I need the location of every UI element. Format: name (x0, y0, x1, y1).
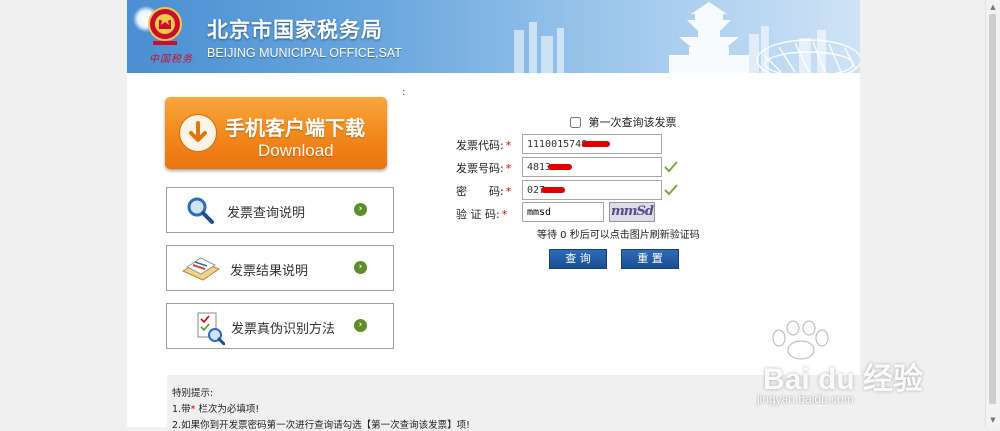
notice-line-1: 1.带* 栏次为必填项! (172, 401, 259, 415)
vertical-scrollbar[interactable]: ▲ ▼ (985, 0, 1000, 427)
checklist-icon (197, 312, 225, 345)
valid-check-icon (664, 161, 678, 173)
invoice-number-label: 发票号码: * (456, 160, 511, 176)
invoice-number-input[interactable] (522, 157, 662, 177)
invoice-authenticity-guide-label: 发票真伪识别方法 (231, 322, 336, 337)
beijing-skyline-icon (514, 2, 860, 73)
scrollbar-thumb[interactable] (989, 14, 996, 404)
required-mark: * (505, 185, 512, 198)
notice-title: 特别提示: (172, 388, 214, 399)
password-label: 密 码: * (456, 183, 511, 199)
first-query-checkbox[interactable] (570, 117, 581, 128)
notice-line-2: 2.如果你到开发票密码第一次进行查询请勾选【第一次查询该发票】项! (172, 420, 470, 431)
notice-line-1-prefix: 1.带 (172, 404, 191, 415)
password-label-text: 密 码: (456, 185, 504, 198)
office-title-zh: 北京市国家税务局 (207, 18, 383, 42)
redaction-mark (582, 141, 610, 147)
required-mark: * (505, 162, 512, 175)
scroll-up-arrow-icon[interactable]: ▲ (988, 2, 998, 12)
valid-check-icon (664, 184, 678, 196)
tax-emblem-icon (148, 7, 182, 45)
chevron-right-icon: › (354, 261, 367, 274)
watermark-url: jingyan.baidu.com (757, 392, 854, 406)
required-mark: * (505, 139, 512, 152)
invoice-authenticity-guide-button[interactable]: 发票真伪识别方法 › (166, 303, 394, 349)
captcha-refresh-note: 等待 0 秒后可以点击图片刷新验证码 (537, 230, 700, 241)
invoice-query-guide-label: 发票查询说明 (227, 206, 306, 221)
captcha-image[interactable]: mmSd (609, 202, 655, 222)
captcha-label: 验 证 码: * (456, 206, 507, 222)
baidu-jingyan-watermark: Bai du 经验 jingyan.baidu.com (745, 320, 923, 406)
chevron-right-icon: › (354, 203, 367, 216)
download-label-en: Download (258, 141, 334, 160)
documents-icon (181, 257, 221, 281)
reset-button[interactable]: 重 置 (621, 249, 679, 269)
invoice-result-guide-label: 发票结果说明 (230, 264, 309, 279)
tax-slogan: 中国税务 (149, 54, 193, 65)
notice-line-1-suffix: 栏次为必填项! (195, 404, 260, 415)
first-query-option[interactable]: 第一次查询该发票 (570, 114, 677, 130)
header-banner: 中国税务 北京市国家税务局 BEIJING MUNICIPAL OFFICE,S… (127, 0, 860, 73)
stray-colon: : (402, 87, 406, 98)
captcha-label-text: 验 证 码: (456, 208, 500, 221)
captcha-input[interactable] (522, 202, 604, 222)
chevron-right-icon: › (354, 319, 367, 332)
redaction-mark (548, 164, 572, 170)
invoice-number-label-text: 发票号码: (456, 162, 504, 175)
invoice-result-guide-button[interactable]: 发票结果说明 › (166, 245, 394, 291)
invoice-query-guide-button[interactable]: 发票查询说明 › (166, 187, 394, 233)
office-title-en: BEIJING MUNICIPAL OFFICE,SAT (207, 46, 402, 60)
redaction-mark (541, 187, 565, 193)
query-button[interactable]: 查 询 (549, 249, 607, 269)
magnifier-icon (187, 197, 214, 224)
scroll-down-arrow-icon[interactable]: ▼ (988, 415, 998, 425)
download-label-zh: 手机客户端下载 (225, 116, 365, 140)
download-arrow-icon (179, 114, 217, 152)
invoice-code-label-text: 发票代码: (456, 139, 504, 152)
invoice-code-label: 发票代码: * (456, 137, 511, 153)
first-query-label: 第一次查询该发票 (588, 116, 677, 129)
mobile-client-download-button[interactable]: 手机客户端下载 Download (165, 97, 387, 169)
required-mark: * (501, 208, 508, 221)
